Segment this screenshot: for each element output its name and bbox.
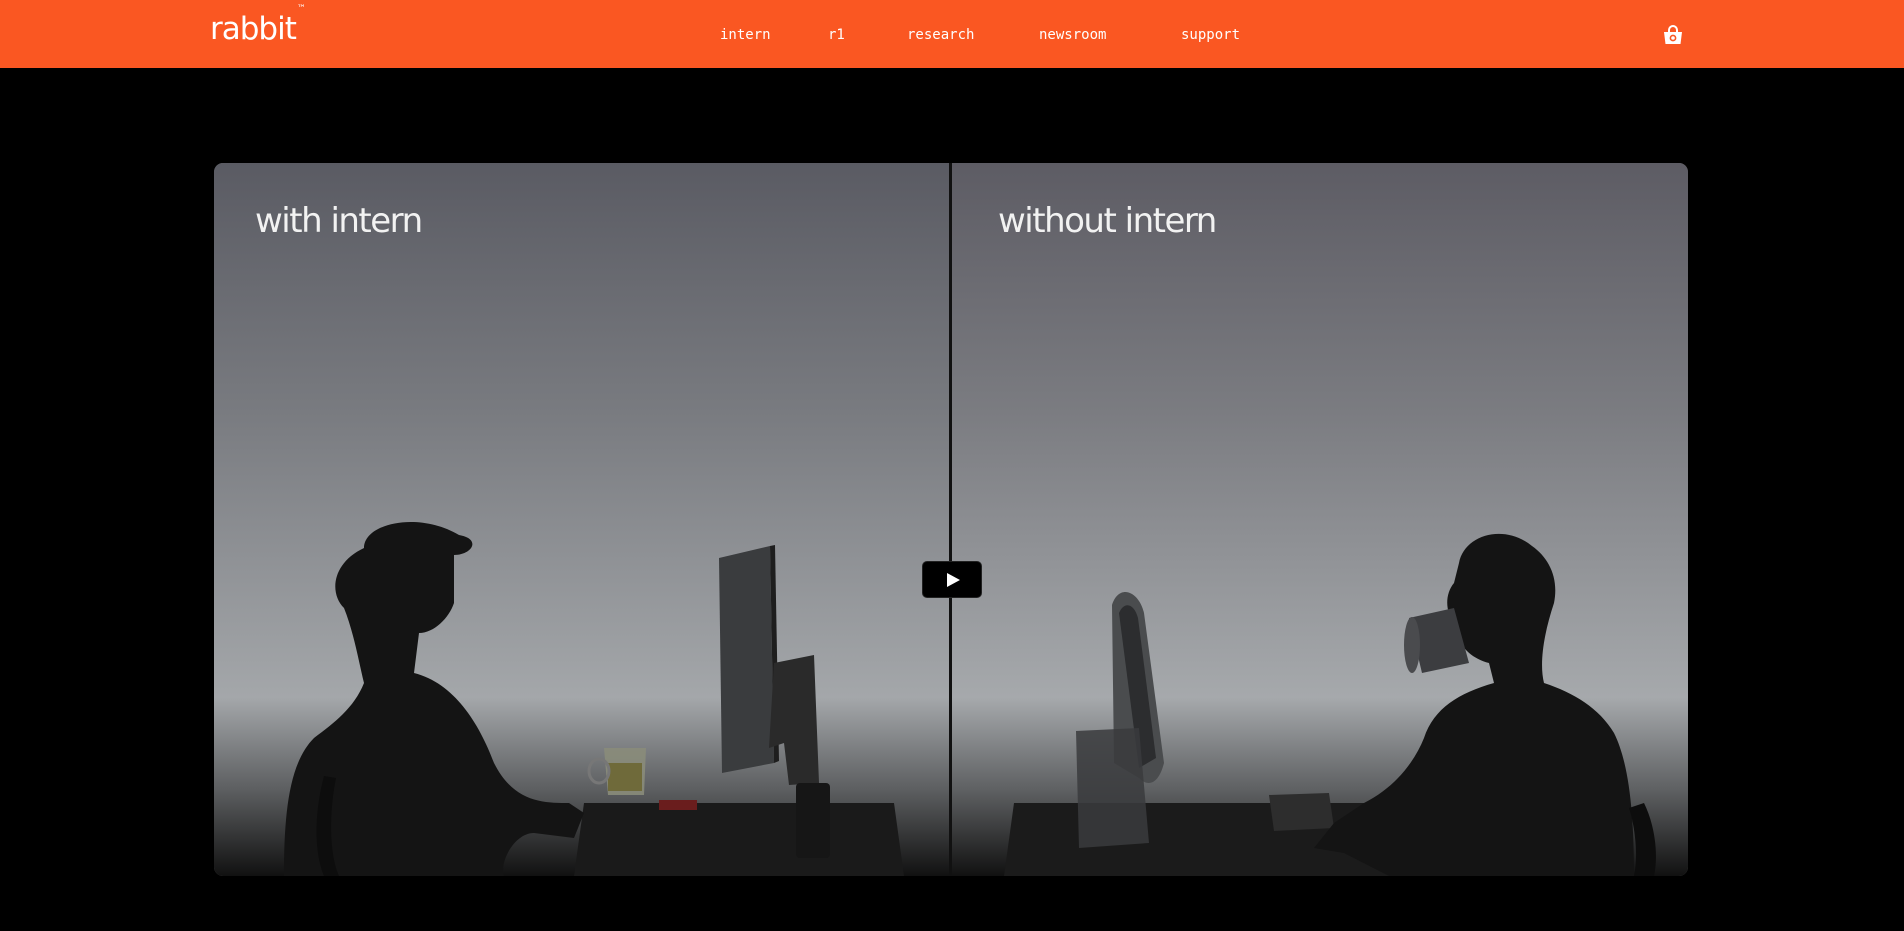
left-caption: with intern (255, 201, 423, 241)
left-speaker (796, 783, 830, 858)
shopping-bag-icon[interactable] (1661, 23, 1685, 47)
panel-divider (949, 163, 952, 876)
trademark-mark: ™ (296, 3, 306, 14)
keyboard (1269, 793, 1334, 831)
left-desk (574, 803, 904, 876)
play-icon (947, 573, 960, 587)
nav-link-support[interactable]: support (1181, 25, 1240, 45)
top-navigation-bar: rabbit™ intern r1 research newsroom supp… (0, 0, 1904, 68)
nav-link-newsroom[interactable]: newsroom (1039, 25, 1106, 45)
nav-link-research[interactable]: research (907, 25, 974, 45)
red-object (659, 800, 697, 810)
nav-link-intern[interactable]: intern (720, 25, 771, 45)
play-button[interactable] (922, 561, 982, 598)
right-caption: without intern (998, 201, 1217, 241)
left-monitor (719, 546, 774, 773)
nav-link-r1[interactable]: r1 (828, 25, 845, 45)
comparison-video[interactable]: with intern without intern (214, 163, 1688, 876)
video-frame (214, 163, 1688, 876)
main-nav: intern r1 research newsroom support (0, 25, 1904, 45)
right-monitor-base (1076, 728, 1149, 848)
